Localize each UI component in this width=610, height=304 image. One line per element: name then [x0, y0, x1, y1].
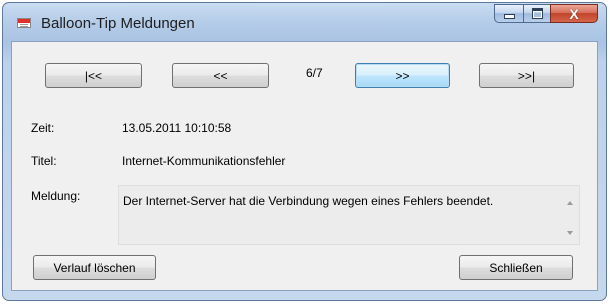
- clear-history-button[interactable]: Verlauf löschen: [33, 255, 156, 280]
- time-value: 13.05.2011 10:10:58: [122, 121, 232, 135]
- message-scrollbar[interactable]: [562, 186, 579, 244]
- title-label: Titel:: [31, 154, 57, 168]
- caption-buttons: X: [494, 4, 598, 23]
- dialog-window: Balloon-Tip Meldungen X |<< << 6/7 >> >>…: [2, 2, 607, 301]
- message-text: Der Internet-Server hat die Verbindung w…: [123, 194, 494, 208]
- maximize-icon: [531, 8, 543, 19]
- next-message-button[interactable]: >>: [355, 63, 450, 88]
- scroll-up-arrow-icon[interactable]: [567, 201, 573, 205]
- close-window-button[interactable]: X: [550, 4, 598, 23]
- first-message-button[interactable]: |<<: [45, 63, 142, 88]
- minimize-button[interactable]: [494, 4, 523, 23]
- message-label: Meldung:: [31, 189, 81, 203]
- close-icon: X: [569, 5, 579, 22]
- dialog-content: |<< << 6/7 >> >>| Zeit: 13.05.2011 10:10…: [11, 41, 598, 291]
- scroll-down-arrow-icon[interactable]: [567, 231, 573, 235]
- previous-message-button[interactable]: <<: [172, 63, 269, 88]
- last-message-button[interactable]: >>|: [479, 63, 574, 88]
- message-textbox[interactable]: Der Internet-Server hat die Verbindung w…: [118, 185, 580, 245]
- close-button[interactable]: Schließen: [459, 255, 573, 280]
- time-label: Zeit:: [31, 121, 55, 135]
- title-bar[interactable]: Balloon-Tip Meldungen X: [3, 3, 606, 41]
- app-window-icon: [17, 18, 31, 28]
- message-counter: 6/7: [306, 66, 323, 80]
- minimize-icon: [503, 14, 515, 19]
- window-title: Balloon-Tip Meldungen: [41, 15, 195, 32]
- title-value: Internet-Kommunikationsfehler: [122, 154, 286, 168]
- maximize-button[interactable]: [523, 4, 550, 23]
